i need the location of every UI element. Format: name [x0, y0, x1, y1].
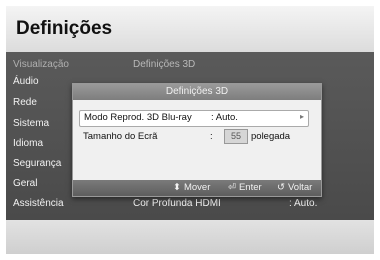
menu-item-audio[interactable]: Áudio [13, 76, 39, 87]
dialog-body: Modo Reprod. 3D Blu-ray : Auto. ▸ Tamanh… [73, 100, 321, 180]
title-bar: Definições [6, 6, 374, 52]
menu-item-visualizacao[interactable]: Visualização [13, 59, 69, 70]
tv-screen: Definições Visualização Definições 3D Áu… [0, 0, 380, 260]
row-label: Tamanho do Ecrã [83, 131, 158, 142]
move-hint: ⬍ Mover [173, 180, 210, 196]
dialog-title: Definições 3D [73, 84, 321, 100]
back-icon: ↺ [277, 182, 285, 193]
arrow-right-icon: ▸ [299, 112, 304, 121]
enter-hint: ⏎ Enter [228, 180, 262, 196]
frame-right [374, 0, 380, 260]
submenu-title: Definições 3D [133, 59, 196, 70]
move-icon: ⬍ [173, 182, 181, 193]
enter-label: Enter [238, 182, 262, 193]
screen-size-input[interactable]: 55 [224, 129, 248, 144]
move-label: Mover [183, 182, 211, 193]
menu-item-idioma[interactable]: Idioma [13, 138, 43, 149]
bottom-strip [6, 220, 374, 254]
menu-row-label[interactable]: Cor Profunda HDMI [133, 198, 221, 209]
back-hint: ↺ Voltar [277, 180, 312, 196]
menu-item-sistema[interactable]: Sistema [13, 118, 49, 129]
row-screen-size[interactable]: Tamanho do Ecrã : 55 polegada [79, 129, 307, 145]
unit-label: polegada [251, 131, 291, 142]
back-label: Voltar [287, 182, 313, 193]
dialog-3d-settings: Definições 3D Modo Reprod. 3D Blu-ray : … [72, 83, 322, 197]
menu-item-geral[interactable]: Geral [13, 178, 37, 189]
menu-item-rede[interactable]: Rede [13, 97, 37, 108]
row-colon: : [210, 131, 213, 142]
enter-icon: ⏎ [228, 182, 236, 193]
dialog-footer: ⬍ Mover ⏎ Enter ↺ Voltar [73, 180, 321, 196]
row-label: Modo Reprod. 3D Blu-ray [84, 112, 192, 123]
frame-top [0, 0, 380, 6]
page-title: Definições [16, 18, 113, 39]
frame-bottom [0, 254, 380, 260]
row-value: : Auto. [211, 112, 238, 123]
menu-row-value: : Auto. [289, 198, 318, 209]
menu-item-seguranca[interactable]: Segurança [13, 158, 61, 169]
menu-item-assistencia[interactable]: Assistência [13, 198, 64, 209]
frame-left [0, 0, 6, 260]
row-3d-bluray-mode[interactable]: Modo Reprod. 3D Blu-ray : Auto. ▸ [79, 110, 309, 127]
